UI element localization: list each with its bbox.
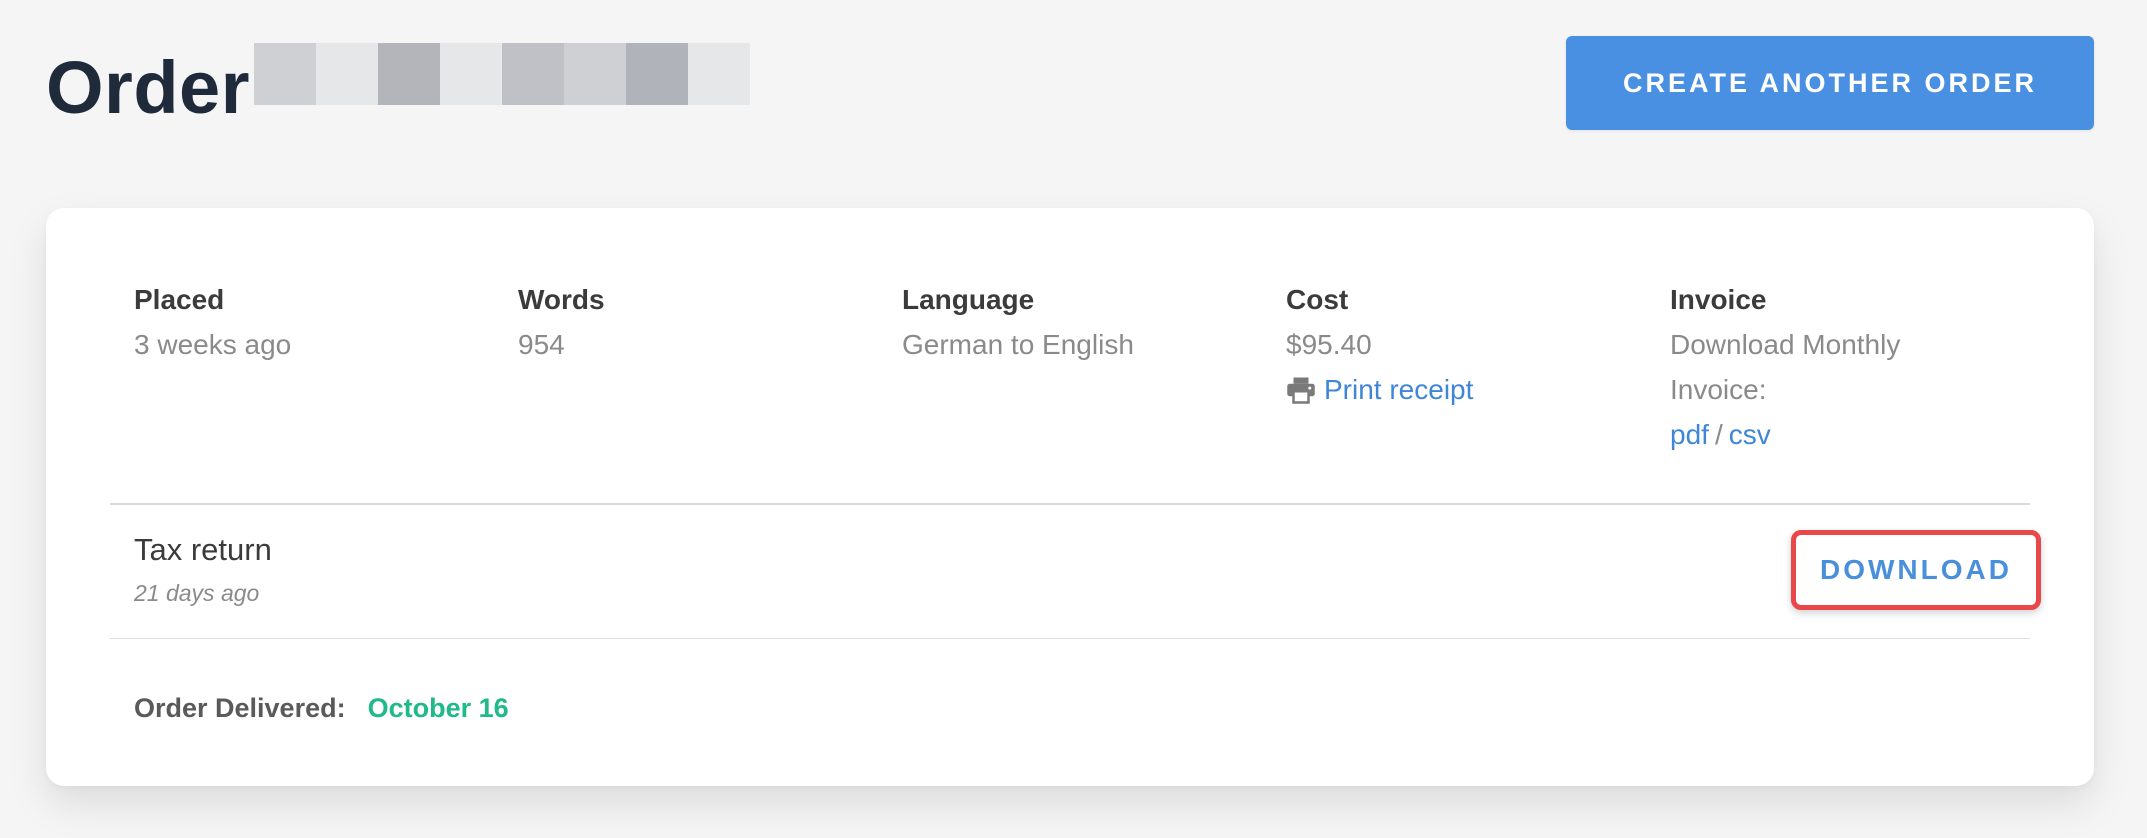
meta-cost: Cost $95.40 Print receipt bbox=[1286, 278, 1670, 457]
printer-icon bbox=[1287, 377, 1315, 404]
invoice-links: pdf / csv bbox=[1670, 412, 2054, 457]
redacted-block bbox=[316, 43, 378, 105]
delivered-label: Order Delivered: bbox=[134, 693, 346, 723]
meta-placed: Placed 3 weeks ago bbox=[134, 278, 518, 457]
page-title: Order bbox=[46, 46, 251, 129]
create-another-order-button[interactable]: CREATE ANOTHER ORDER bbox=[1566, 36, 2094, 130]
meta-value: 3 weeks ago bbox=[134, 329, 292, 360]
order-meta: Placed 3 weeks ago Words 954 Language Ge… bbox=[134, 278, 2006, 457]
invoice-link-separator: / bbox=[1714, 419, 1723, 450]
meta-value: German to English bbox=[902, 329, 1134, 360]
invoice-pdf-link[interactable]: pdf bbox=[1670, 419, 1709, 450]
divider bbox=[110, 503, 2030, 505]
meta-invoice: Invoice Download Monthly Invoice: pdf / cs… bbox=[1670, 278, 2054, 457]
meta-value: $95.40 bbox=[1286, 329, 1372, 360]
redacted-block bbox=[688, 43, 750, 105]
invoice-text-line1: Download Monthly bbox=[1670, 329, 1901, 360]
meta-label: Invoice bbox=[1670, 284, 1767, 315]
redacted-block bbox=[626, 43, 688, 105]
print-receipt-link[interactable]: Print receipt bbox=[1286, 367, 1670, 412]
invoice-csv-link[interactable]: csv bbox=[1729, 419, 1771, 450]
redacted-block bbox=[564, 43, 626, 105]
divider bbox=[110, 638, 2030, 639]
order-card: Placed 3 weeks ago Words 954 Language Ge… bbox=[46, 208, 2094, 786]
redacted-block bbox=[440, 43, 502, 105]
redacted-block bbox=[378, 43, 440, 105]
download-highlight[interactable]: DOWNLOAD bbox=[1791, 530, 2041, 610]
meta-label: Cost bbox=[1286, 284, 1349, 315]
print-receipt-label[interactable]: Print receipt bbox=[1324, 367, 1473, 412]
redacted-block bbox=[254, 43, 316, 105]
meta-value: 954 bbox=[518, 329, 565, 360]
file-name: Tax return bbox=[134, 532, 272, 567]
redacted-block bbox=[502, 43, 564, 105]
meta-label: Words bbox=[518, 284, 605, 315]
redacted-order-id bbox=[254, 43, 750, 105]
order-delivered: Order Delivered: October 16 bbox=[134, 688, 509, 728]
invoice-text-line2: Invoice: bbox=[1670, 374, 1767, 405]
download-button[interactable]: DOWNLOAD bbox=[1814, 553, 2018, 587]
meta-words: Words 954 bbox=[518, 278, 902, 457]
meta-label: Placed bbox=[134, 284, 225, 315]
file-date: 21 days ago bbox=[134, 580, 260, 606]
meta-label: Language bbox=[902, 284, 1035, 315]
delivered-date: October 16 bbox=[367, 693, 509, 723]
meta-language: Language German to English bbox=[902, 278, 1286, 457]
